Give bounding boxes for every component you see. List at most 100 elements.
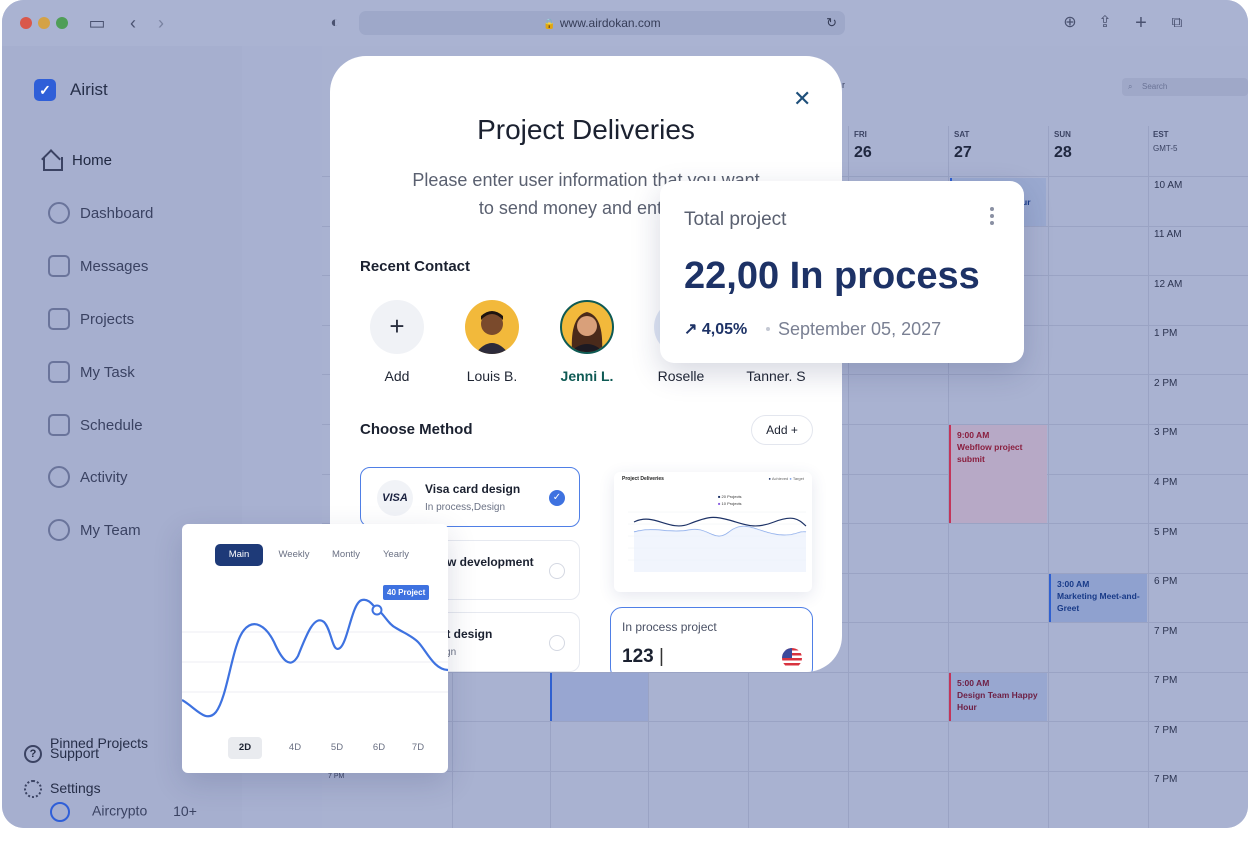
range-5d[interactable]: 5D (320, 737, 354, 759)
clock-icon (48, 466, 70, 488)
day-header-sun: SUN (1054, 130, 1071, 139)
gear-icon (24, 780, 42, 799)
range-2d[interactable]: 2D (228, 737, 262, 759)
input-text: 123 (622, 646, 654, 667)
sidebar-item-my-team[interactable]: My Team (48, 515, 141, 545)
sidebar-toggle-icon[interactable]: ▭ (86, 12, 108, 34)
calendar-event-marketing[interactable]: 3:00 AM Marketing Meet-and-Greet (1049, 574, 1147, 622)
new-tab-icon[interactable]: + (1130, 12, 1152, 34)
time-label: 7 PM (1154, 725, 1178, 736)
contact-add[interactable]: + Add (357, 300, 437, 384)
close-icon[interactable]: ✕ (793, 86, 811, 112)
url-text: www.airdokan.com (559, 16, 661, 30)
sidebar-item-support[interactable]: ? Support (24, 745, 100, 764)
time-label: 7 PM (1154, 626, 1178, 637)
sidebar-item-settings[interactable]: Settings (24, 780, 101, 799)
separator-dot (766, 327, 770, 331)
time-label: 7 PM (1154, 774, 1178, 785)
back-icon[interactable]: ‹ (122, 12, 144, 34)
download-icon[interactable]: ⊕ (1059, 12, 1081, 34)
sidebar-item-label: My Task (80, 363, 135, 381)
choose-method-heading: Choose Method (360, 421, 473, 438)
share-icon[interactable]: ⇪ (1094, 12, 1116, 34)
contact-name: Roselle (657, 368, 705, 384)
event-time: 3:00 AM (1057, 579, 1090, 589)
timezone-label: EST (1153, 130, 1169, 139)
contact-name: Tanner. S (746, 368, 806, 384)
sidebar-item-label: Dashboard (80, 204, 154, 222)
aircrypto-icon (50, 802, 70, 822)
calendar-event-design-team[interactable]: 5:00 AM Design Team Happy Hour (949, 673, 1047, 721)
pinned-item-label: Aircrypto (92, 802, 148, 819)
pie-chart-icon (48, 202, 70, 224)
more-options-icon[interactable] (990, 207, 994, 228)
day-header-fri: FRI (854, 130, 867, 139)
search-icon: ⌕ (1128, 82, 1133, 91)
home-icon (40, 150, 63, 171)
us-flag-icon[interactable] (782, 648, 802, 668)
pinned-count: 10+ (173, 802, 197, 819)
sidebar-item-dashboard[interactable]: Dashboard (48, 198, 153, 228)
method-subtitle: In process,Design (425, 502, 506, 513)
sidebar-item-activity[interactable]: Activity (48, 462, 128, 492)
reload-icon[interactable]: ↻ (826, 11, 837, 35)
change-value: 4,05% (701, 321, 748, 338)
checklist-icon (48, 361, 70, 383)
event-time: 5:00 AM (957, 678, 990, 688)
event-title: Webflow project submit (957, 442, 1023, 464)
sidebar-item-my-task[interactable]: My Task (48, 357, 135, 387)
method-visa-card[interactable]: VISA Visa card design In process,Design … (360, 467, 580, 527)
total-project-label: Total project (684, 209, 787, 230)
event-time: 9:00 AM (957, 430, 990, 440)
sidebar-item-messages[interactable]: Messages (48, 251, 148, 281)
radio-button[interactable] (549, 635, 565, 651)
calendar-event-webflow[interactable]: 9:00 AM Webflow project submit (949, 425, 1047, 523)
visa-logo-icon: VISA (377, 480, 413, 516)
pinned-item-aircrypto[interactable]: Aircrypto 10+ (50, 802, 197, 822)
minimize-window-button[interactable] (38, 17, 50, 29)
chart-value-badge: 40 Project (383, 585, 430, 600)
team-gear-icon (48, 519, 70, 541)
input-value[interactable]: 123 | (622, 646, 664, 668)
sidebar-item-label: Support (50, 745, 100, 761)
day-number-26[interactable]: 26 (854, 144, 872, 162)
shield-icon[interactable]: ◐ (324, 12, 346, 34)
address-bar[interactable]: 🔒 www.airdokan.com ↻ (359, 11, 845, 35)
event-title: Marketing Meet-and-Greet (1057, 591, 1140, 613)
total-project-date: September 05, 2027 (778, 319, 942, 339)
sidebar-item-label: Messages (80, 257, 149, 275)
time-label: 4 PM (1154, 477, 1178, 488)
sidebar-item-projects[interactable]: Projects (48, 304, 134, 334)
in-process-project-input[interactable]: In process project 123 | (610, 607, 813, 672)
calendar-event-block[interactable] (550, 673, 648, 721)
maximize-window-button[interactable] (56, 17, 68, 29)
total-project-value: 22,00 In process (684, 255, 980, 297)
radio-button[interactable] (549, 563, 565, 579)
brand-name: Airist (70, 80, 108, 99)
recent-contact-heading: Recent Contact (360, 258, 471, 275)
add-label: Add (766, 423, 788, 437)
calendar-search-input[interactable]: ⌕ Search (1122, 78, 1248, 96)
tabs-overview-icon[interactable]: ⧉ (1166, 12, 1188, 34)
calendar-icon (48, 414, 70, 436)
timezone-offset: GMT-5 (1153, 144, 1178, 153)
contact-louis[interactable]: Louis B. (452, 300, 532, 384)
contact-jenni[interactable]: Jenni L. (547, 300, 627, 384)
mini-chart-graph (628, 511, 807, 572)
forward-icon[interactable]: › (150, 12, 172, 34)
close-window-button[interactable] (20, 17, 32, 29)
sidebar-item-label: Settings (50, 780, 101, 796)
clipboard-icon (48, 308, 70, 330)
help-icon: ? (24, 745, 42, 764)
range-7d[interactable]: 7D (401, 737, 435, 759)
range-4d[interactable]: 4D (278, 737, 312, 759)
mini-project-chart: Project Deliveries ● Achieved ● Target ■… (614, 472, 812, 592)
sidebar-item-home[interactable]: Home (40, 145, 112, 175)
day-number-28[interactable]: 28 (1054, 144, 1072, 162)
day-number-27[interactable]: 27 (954, 144, 972, 162)
range-6d[interactable]: 6D (362, 737, 396, 759)
method-title: Visa card design (425, 482, 521, 496)
add-method-button[interactable]: Add + (751, 415, 813, 445)
sidebar-item-schedule[interactable]: Schedule (48, 410, 143, 440)
plus-icon: + (790, 423, 798, 437)
